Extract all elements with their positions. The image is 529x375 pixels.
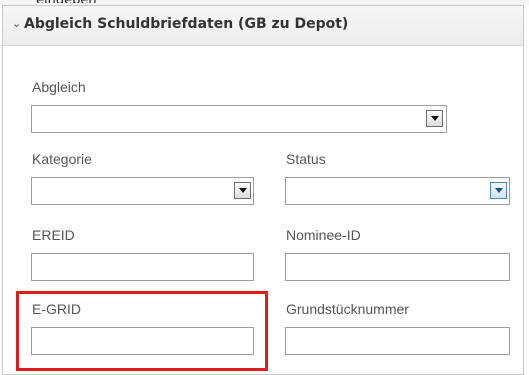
kategorie-label: Kategorie bbox=[32, 151, 92, 167]
chevron-down-icon[interactable]: ⌄ bbox=[12, 17, 24, 31]
chevron-down-icon bbox=[431, 116, 439, 121]
chevron-down-icon bbox=[239, 188, 247, 193]
nominee-id-label: Nominee-ID bbox=[286, 227, 361, 243]
highlight-box bbox=[16, 291, 268, 371]
ereid-label: EREID bbox=[32, 227, 75, 243]
abgleich-select[interactable] bbox=[31, 105, 447, 133]
abgleich-dropdown-button[interactable] bbox=[426, 110, 443, 127]
status-select[interactable] bbox=[285, 177, 510, 205]
nominee-id-input[interactable] bbox=[285, 253, 510, 281]
grundstuecknummer-input[interactable] bbox=[285, 327, 510, 355]
grundstuecknummer-label: Grundstücknummer bbox=[286, 301, 409, 317]
cropped-text: eingeben bbox=[36, 0, 106, 3]
panel-header[interactable]: ⌄ Abgleich Schuldbriefdaten (GB zu Depot… bbox=[3, 6, 523, 46]
status-label: Status bbox=[286, 151, 326, 167]
kategorie-dropdown-button[interactable] bbox=[234, 182, 251, 199]
ereid-input[interactable] bbox=[31, 253, 254, 281]
abgleich-label: Abgleich bbox=[32, 79, 86, 95]
chevron-down-icon bbox=[495, 188, 503, 193]
panel-title: Abgleich Schuldbriefdaten (GB zu Depot) bbox=[24, 16, 349, 32]
status-dropdown-button[interactable] bbox=[490, 182, 507, 199]
kategorie-select[interactable] bbox=[31, 177, 254, 205]
